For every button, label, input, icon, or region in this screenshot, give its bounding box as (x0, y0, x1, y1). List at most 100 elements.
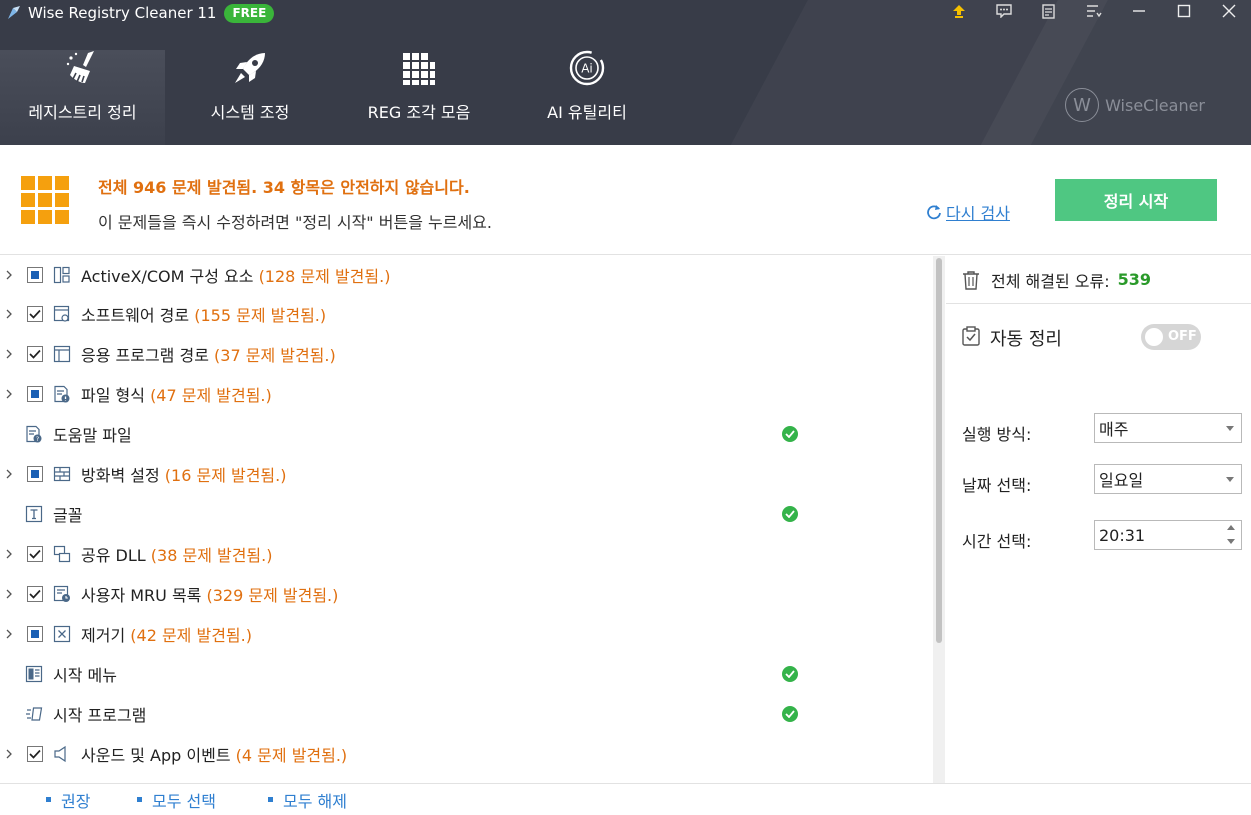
maximize-icon[interactable] (1161, 0, 1206, 22)
firewall-icon (53, 465, 71, 483)
list-item[interactable]: 소프트웨어 경로 (155 문제 발견됨.) (0, 294, 944, 334)
list-item[interactable]: 제거기 (42 문제 발견됨.) (0, 614, 944, 654)
sound-icon (53, 745, 71, 763)
menu-icon[interactable] (1071, 0, 1116, 22)
footer: 권장 모두 선택 모두 해제 (0, 783, 1251, 815)
category-checkbox[interactable] (27, 267, 43, 283)
select-all-link[interactable]: 모두 선택 (137, 788, 216, 812)
list-item[interactable]: 응용 프로그램 경로 (37 문제 발견됨.) (0, 334, 944, 374)
auto-clean-toggle[interactable]: OFF (1141, 324, 1201, 350)
category-checkbox[interactable] (27, 466, 43, 482)
spin-down-icon[interactable] (1227, 539, 1235, 544)
list-item[interactable]: ? 도움말 파일 (0, 414, 944, 454)
list-item[interactable]: 시작 프로그램 (0, 694, 944, 734)
category-label: 방화벽 설정 (81, 466, 160, 485)
list-item[interactable]: 공유 DLL (38 문제 발견됨.) (0, 534, 944, 574)
free-badge: FREE (224, 3, 275, 23)
ok-check-icon (782, 506, 798, 522)
window-controls (936, 0, 1251, 22)
category-label: 응용 프로그램 경로 (81, 346, 209, 365)
issue-count: (38 문제 발견됨.) (150, 546, 273, 565)
minimize-icon[interactable] (1116, 0, 1161, 22)
category-label: 시작 프로그램 (53, 706, 147, 725)
category-checkbox[interactable] (27, 346, 43, 362)
run-mode-value: 매주 (1099, 420, 1129, 439)
category-checkbox[interactable] (27, 386, 43, 402)
expand-chevron-icon[interactable] (4, 469, 14, 479)
list-item[interactable]: 사용자 MRU 목록 (329 문제 발견됨.) (0, 574, 944, 614)
select-all-label: 모두 선택 (152, 791, 216, 811)
time-spinner[interactable]: 20:31 (1094, 520, 1242, 550)
tab-registry-clean[interactable]: 레지스트리 정리 (0, 50, 165, 145)
expand-chevron-icon[interactable] (4, 349, 14, 359)
software-path-icon (53, 305, 71, 323)
time-value: 20:31 (1099, 525, 1146, 545)
category-checkbox[interactable] (27, 586, 43, 602)
expand-chevron-icon[interactable] (4, 749, 14, 759)
list-item[interactable]: 파일 형식 (47 문제 발견됨.) (0, 374, 944, 414)
category-checkbox[interactable] (27, 546, 43, 562)
category-text: 공유 DLL (38 문제 발견됨.) (81, 542, 272, 566)
wisecleaner-brand: W WiseCleaner (1065, 88, 1205, 122)
category-text: 시작 메뉴 (53, 662, 117, 686)
svg-text:Ai: Ai (581, 62, 593, 76)
expand-chevron-icon[interactable] (4, 549, 14, 559)
expand-chevron-icon[interactable] (4, 629, 14, 639)
tab-system-tune[interactable]: 시스템 조정 (165, 50, 335, 145)
tab-reg-defrag[interactable]: REG 조각 모음 (335, 50, 503, 145)
category-checkbox[interactable] (27, 626, 43, 642)
rescan-link[interactable]: 다시 검사 (926, 200, 1010, 224)
deselect-all-link[interactable]: 모두 해제 (268, 788, 347, 812)
notes-icon[interactable] (1026, 0, 1071, 22)
run-mode-select[interactable]: 매주 (1094, 413, 1242, 443)
recommend-link[interactable]: 권장 (46, 788, 90, 812)
registry-category-list: ActiveX/COM 구성 요소 (128 문제 발견됨.) 소프트웨어 경로… (0, 256, 945, 783)
shared-dll-icon (53, 545, 71, 563)
category-label: ActiveX/COM 구성 요소 (81, 267, 254, 286)
category-label: 사운드 및 App 이벤트 (81, 746, 231, 765)
dropdown-arrow-icon (1226, 477, 1234, 482)
issue-count: (4 문제 발견됨.) (235, 746, 348, 765)
expand-chevron-icon[interactable] (4, 389, 14, 399)
list-item[interactable]: 시작 메뉴 (0, 654, 944, 694)
run-mode-label: 실행 방식: (962, 425, 1032, 444)
bullet-icon (46, 797, 51, 802)
start-clean-button[interactable]: 정리 시작 (1055, 179, 1217, 221)
category-checkbox[interactable] (27, 306, 43, 322)
expand-chevron-icon[interactable] (4, 589, 14, 599)
list-item[interactable]: 글꼴 (0, 494, 944, 534)
date-select[interactable]: 일요일 (1094, 464, 1242, 494)
tab-label: AI 유틸리티 (547, 103, 627, 122)
expand-chevron-icon[interactable] (4, 270, 14, 280)
issue-count: (37 문제 발견됨.) (214, 346, 336, 365)
auto-clean-label: 자동 정리 (990, 329, 1062, 350)
category-label: 소프트웨어 경로 (81, 306, 190, 325)
list-item[interactable]: 방화벽 설정 (16 문제 발견됨.) (0, 454, 944, 494)
feedback-icon[interactable] (981, 0, 1026, 22)
help-file-icon: ? (25, 425, 43, 443)
registry-grid-icon (21, 176, 69, 224)
category-label: 시작 메뉴 (53, 666, 117, 685)
close-icon[interactable] (1206, 0, 1251, 22)
uninstaller-icon (53, 625, 71, 643)
upgrade-icon[interactable] (936, 0, 981, 22)
bullet-icon (268, 797, 273, 802)
scan-summary: 전체 946 문제 발견됨. 34 항목은 안전하지 않습니다. 이 문제들을 … (0, 145, 1251, 255)
blocks-icon (399, 50, 439, 87)
issue-count: (155 문제 발견됨.) (194, 306, 327, 325)
expand-chevron-icon[interactable] (4, 309, 14, 319)
category-text: 글꼴 (53, 502, 82, 526)
clipboard-check-icon (961, 326, 981, 346)
wisecleaner-logo-icon: W (1065, 88, 1100, 122)
app-path-icon (53, 345, 71, 363)
spin-up-icon[interactable] (1227, 525, 1235, 530)
list-item[interactable]: 사운드 및 App 이벤트 (4 문제 발견됨.) (0, 734, 944, 774)
list-item[interactable]: ActiveX/COM 구성 요소 (128 문제 발견됨.) (0, 256, 944, 294)
recommend-label: 권장 (61, 791, 91, 811)
list-scrollbar[interactable] (933, 256, 945, 783)
category-label: 도움말 파일 (53, 426, 132, 445)
category-checkbox[interactable] (27, 746, 43, 762)
fixed-errors-count: 539 (1117, 270, 1152, 289)
tab-ai-utility[interactable]: Ai AI 유틸리티 (503, 50, 671, 145)
scrollbar-thumb[interactable] (936, 258, 942, 643)
